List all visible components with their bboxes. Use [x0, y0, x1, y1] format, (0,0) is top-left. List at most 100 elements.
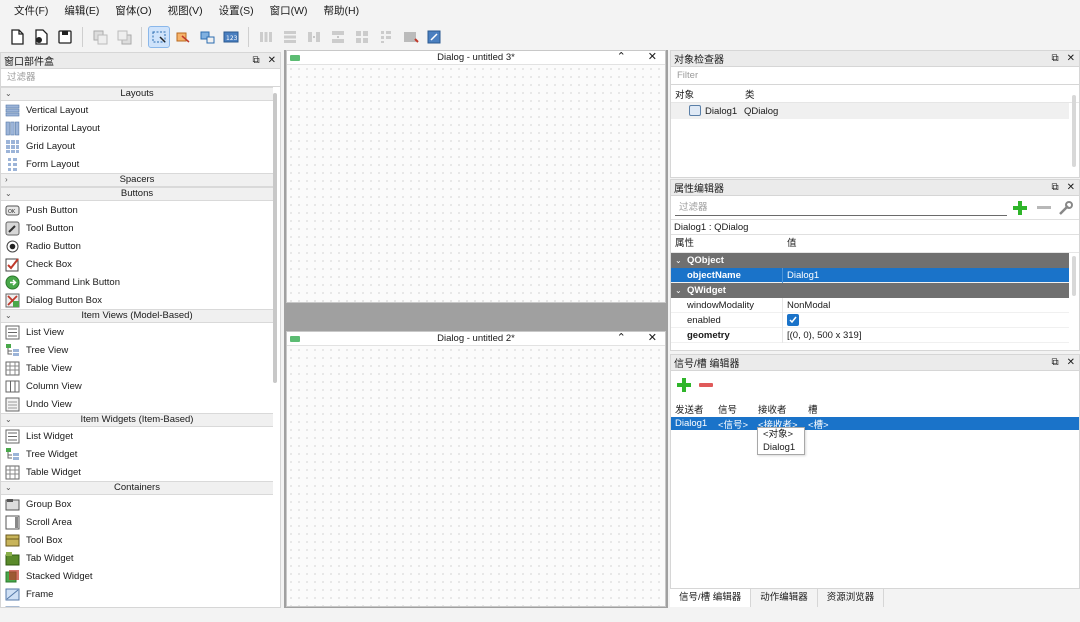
new-file-icon[interactable] — [6, 26, 28, 48]
close-icon[interactable]: ✕ — [1067, 180, 1075, 196]
connection-slot[interactable]: <槽> — [808, 417, 829, 431]
widget-item[interactable]: Group Box — [1, 495, 273, 513]
tab-action-editor[interactable]: 动作编辑器 — [751, 589, 818, 607]
menu-item[interactable]: 帮助(H) — [316, 0, 368, 22]
checkbox-checked-icon[interactable] — [787, 313, 799, 326]
column-sender[interactable]: 发送者 — [675, 402, 704, 416]
send-to-back-icon[interactable] — [89, 26, 111, 48]
widget-category-item-widgets-item-based[interactable]: ⌄ Item Widgets (Item-Based) — [1, 413, 273, 427]
edit-signals-slots-icon[interactable] — [172, 26, 194, 48]
widget-item[interactable]: List Widget — [1, 427, 273, 445]
widget-box-filter-input[interactable]: 过滤器 — [1, 69, 280, 87]
connection-sender[interactable]: Dialog1 — [675, 418, 707, 429]
close-icon[interactable]: ✕ — [648, 332, 657, 345]
column-slot[interactable]: 槽 — [808, 402, 818, 416]
layout-horizontal-icon[interactable] — [255, 26, 277, 48]
form-window-3[interactable]: Dialog - untitled 3* ⌃ ✕ — [286, 50, 666, 303]
widget-item[interactable]: Horizontal Layout — [1, 119, 273, 137]
column-class[interactable]: 类 — [745, 87, 755, 101]
property-row-enabled[interactable]: enabled — [671, 312, 1069, 328]
column-property[interactable]: 属性 — [675, 235, 694, 253]
property-row-objectname[interactable]: objectName Dialog1 — [671, 267, 1069, 283]
form-canvas-2[interactable] — [287, 346, 665, 606]
edit-tab-order-icon[interactable]: 123 — [220, 26, 242, 48]
collapse-icon[interactable]: ⌃ — [617, 51, 626, 64]
layout-vertical-icon[interactable] — [279, 26, 301, 48]
column-receiver[interactable]: 接收者 — [758, 402, 787, 416]
property-value[interactable] — [783, 313, 799, 328]
open-file-icon[interactable] — [30, 26, 52, 48]
widget-category-spacers[interactable]: › Spacers — [1, 173, 273, 187]
widget-item[interactable]: Grid Layout — [1, 137, 273, 155]
connection-signal[interactable]: <信号> — [718, 417, 748, 431]
property-row-windowmodality[interactable]: windowModality NonModal — [671, 297, 1069, 313]
widget-item[interactable]: Tree View — [1, 341, 273, 359]
widget-item[interactable]: Tab Widget — [1, 549, 273, 567]
property-group-qwidget[interactable]: ⌄ QWidget — [671, 283, 1069, 298]
widget-item[interactable]: Undo View — [1, 395, 273, 413]
property-editor-scrollbar[interactable] — [1072, 256, 1076, 296]
widget-item[interactable]: Table View — [1, 359, 273, 377]
widget-box-scrollbar[interactable] — [273, 93, 277, 383]
form-canvas-3[interactable] — [287, 65, 665, 302]
widget-category-containers[interactable]: ⌄ Containers — [1, 481, 273, 495]
widget-item[interactable]: Vertical Layout — [1, 101, 273, 119]
dropdown-option-object[interactable]: <对象> — [758, 428, 804, 441]
close-icon[interactable]: ✕ — [648, 51, 657, 64]
receiver-dropdown[interactable]: <对象> Dialog1 — [757, 427, 805, 455]
column-signal[interactable]: 信号 — [718, 402, 737, 416]
tab-signal-slot-editor[interactable]: 信号/槽 编辑器 — [670, 589, 752, 607]
widget-item[interactable]: List View — [1, 323, 273, 341]
float-icon[interactable]: ⧉ — [252, 53, 259, 69]
property-filter-input[interactable]: 过滤器 — [675, 200, 1007, 216]
menu-item[interactable]: 窗体(O) — [107, 0, 159, 22]
adjust-size-icon[interactable] — [423, 26, 445, 48]
column-object[interactable]: 对象 — [675, 87, 694, 101]
dropdown-option-dialog1[interactable]: Dialog1 — [758, 441, 804, 454]
widget-item[interactable]: Frame — [1, 585, 273, 603]
widget-item[interactable]: Check Box — [1, 255, 273, 273]
bring-to-front-icon[interactable] — [113, 26, 135, 48]
add-connection-icon[interactable] — [675, 376, 693, 394]
widget-item[interactable]: Tree Widget — [1, 445, 273, 463]
menu-item[interactable]: 视图(V) — [160, 0, 211, 22]
widget-item[interactable]: Radio Button — [1, 237, 273, 255]
layout-horizontal-splitter-icon[interactable] — [303, 26, 325, 48]
column-value[interactable]: 值 — [787, 235, 797, 253]
widget-item[interactable]: Form Layout — [1, 155, 273, 173]
add-property-icon[interactable] — [1011, 199, 1029, 217]
widget-item[interactable]: Scroll Area — [1, 513, 273, 531]
widget-category-buttons[interactable]: ⌄ Buttons — [1, 187, 273, 201]
close-icon[interactable]: ✕ — [1067, 51, 1075, 67]
object-row-dialog1[interactable]: Dialog1 QDialog — [671, 103, 1069, 119]
widget-item[interactable]: Widget — [1, 603, 273, 607]
edit-widgets-icon[interactable] — [148, 26, 170, 48]
property-value[interactable]: [(0, 0), 500 x 319] — [783, 328, 861, 343]
close-icon[interactable]: ✕ — [1067, 355, 1075, 371]
widget-item[interactable]: OK Push Button — [1, 201, 273, 219]
object-inspector-filter-input[interactable]: Filter — [671, 67, 1079, 85]
remove-property-icon[interactable] — [1035, 199, 1053, 217]
menu-item[interactable]: 文件(F) — [6, 0, 56, 22]
object-inspector-scrollbar[interactable] — [1072, 95, 1076, 167]
property-group-qobject[interactable]: ⌄ QObject — [671, 253, 1069, 268]
float-icon[interactable]: ⧉ — [1051, 180, 1058, 196]
connection-row[interactable]: Dialog1 <信号> <接收者> <槽> — [671, 417, 1079, 431]
float-icon[interactable]: ⧉ — [1051, 355, 1058, 371]
save-icon[interactable] — [54, 26, 76, 48]
widget-item[interactable]: Command Link Button — [1, 273, 273, 291]
break-layout-icon[interactable] — [399, 26, 421, 48]
widget-item[interactable]: Stacked Widget — [1, 567, 273, 585]
widget-item[interactable]: Dialog Button Box — [1, 291, 273, 309]
widget-item[interactable]: Column View — [1, 377, 273, 395]
remove-connection-icon[interactable] — [697, 376, 715, 394]
widget-item[interactable]: Tool Button — [1, 219, 273, 237]
configure-wrench-icon[interactable] — [1057, 199, 1075, 217]
edit-buddies-icon[interactable] — [196, 26, 218, 48]
widget-category-item-views-model-based[interactable]: ⌄ Item Views (Model-Based) — [1, 309, 273, 323]
form-window-2[interactable]: Dialog - untitled 2* ⌃ ✕ — [286, 331, 666, 607]
collapse-icon[interactable]: ⌃ — [617, 332, 626, 345]
widget-item[interactable]: Tool Box — [1, 531, 273, 549]
float-icon[interactable]: ⧉ — [1051, 51, 1058, 67]
close-icon[interactable]: ✕ — [268, 53, 276, 69]
